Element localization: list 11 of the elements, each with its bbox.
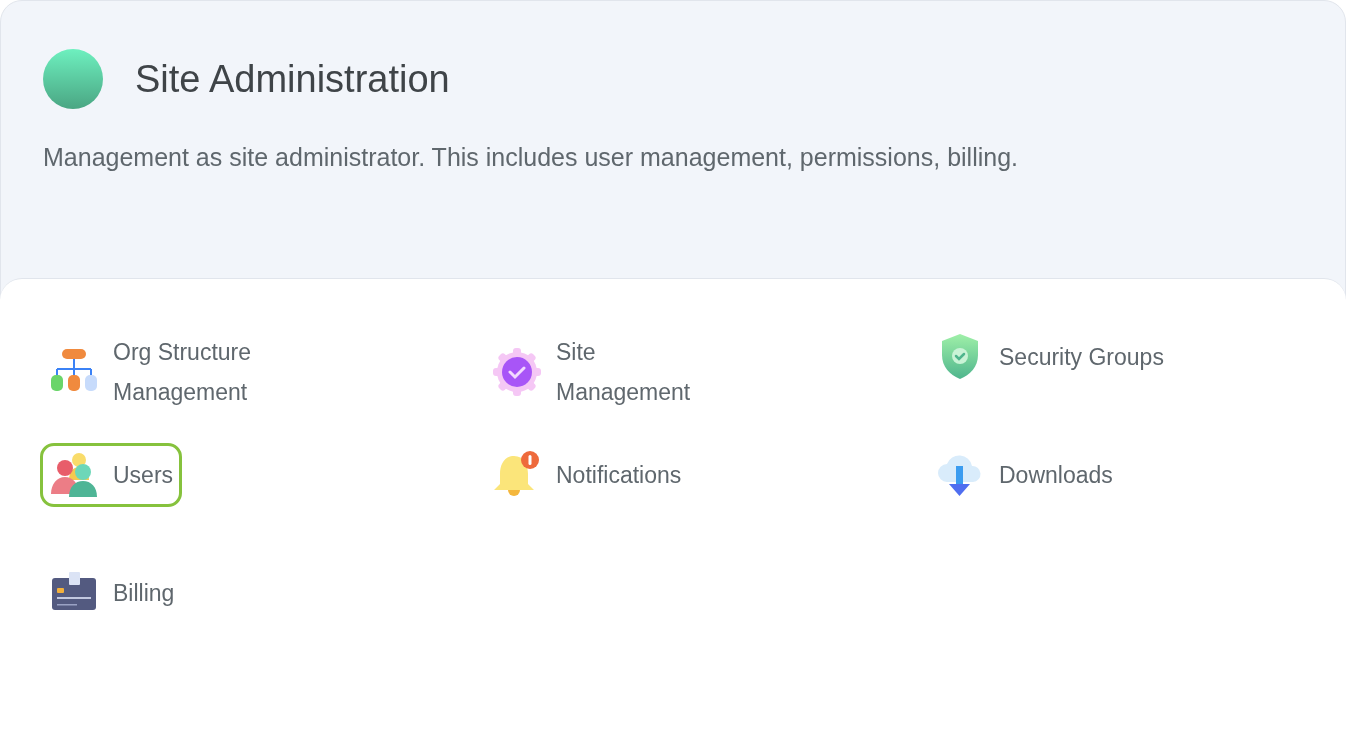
gear-check-icon	[492, 347, 542, 397]
page-description: Management as site administrator. This includes user management, permissions, billing.	[43, 142, 1019, 173]
admin-link[interactable]: Users	[40, 443, 183, 507]
users-icon	[49, 450, 99, 500]
admin-link[interactable]: Security Groups	[926, 325, 1173, 389]
admin-link[interactable]: Billing	[40, 561, 184, 625]
page-title: Site Administration	[135, 56, 450, 102]
admin-link[interactable]: Downloads	[926, 443, 1122, 507]
admin-link[interactable]: Org Structure Management	[40, 325, 292, 419]
admin-link[interactable]: Notifications	[483, 443, 691, 507]
admin-link[interactable]: Site Management	[483, 325, 735, 419]
